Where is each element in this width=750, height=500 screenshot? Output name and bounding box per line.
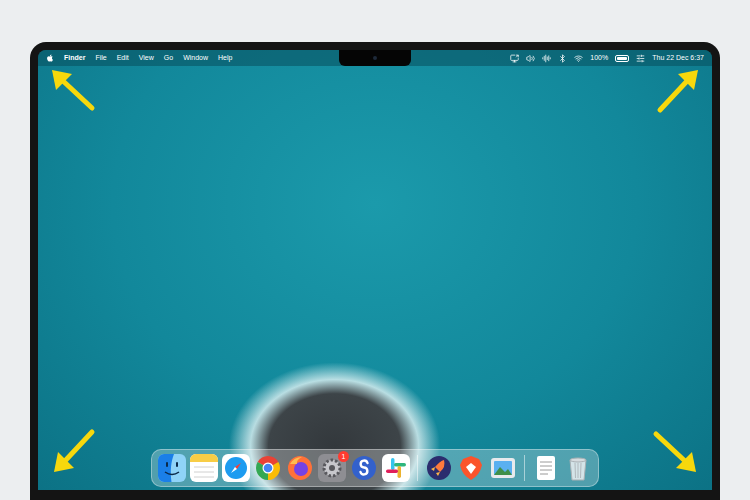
finder-icon [158, 454, 186, 482]
page: Finder File Edit View Go Window Help 100% Thu 22… [0, 0, 750, 500]
notification-badge: 1 [338, 451, 349, 462]
screen-mirroring-icon[interactable] [510, 54, 519, 63]
wifi-icon[interactable] [574, 54, 583, 63]
dock-separator [524, 455, 525, 481]
dock-item[interactable] [190, 454, 218, 482]
dock-item[interactable] [457, 454, 485, 482]
dock-item[interactable] [489, 454, 517, 482]
app-menu[interactable]: Finder [64, 54, 85, 62]
battery-icon[interactable] [615, 55, 629, 62]
dock-item[interactable] [222, 454, 250, 482]
menu-item[interactable]: Window [183, 54, 208, 62]
brave-icon [457, 454, 485, 482]
notes-icon [190, 454, 218, 482]
menu-item[interactable]: View [139, 54, 154, 62]
dock-item[interactable] [382, 454, 410, 482]
apple-icon[interactable] [46, 54, 54, 62]
menu-item[interactable]: Edit [117, 54, 129, 62]
dock-item[interactable] [254, 454, 282, 482]
wallpaper: Finder File Edit View Go Window Help 100% Thu 22… [38, 50, 712, 490]
firefox-icon [286, 454, 314, 482]
battery-reading: 100% [590, 54, 608, 62]
audio-icon[interactable] [542, 54, 551, 63]
desktop: 1 [38, 66, 712, 490]
arrow-icon [652, 428, 700, 476]
menu-item[interactable]: File [95, 54, 106, 62]
volume-icon[interactable] [526, 54, 535, 63]
trash-icon [564, 454, 592, 482]
dock-item[interactable] [350, 454, 378, 482]
slack-icon [382, 454, 410, 482]
camera [373, 56, 377, 60]
dock-item[interactable] [425, 454, 453, 482]
preview-icon [489, 454, 517, 482]
dock: 1 [151, 449, 599, 487]
rocket-icon [425, 454, 453, 482]
arrow-icon [50, 428, 98, 476]
notch [339, 50, 411, 66]
menu-item[interactable]: Go [164, 54, 173, 62]
bluetooth-icon[interactable] [558, 54, 567, 63]
menu-item[interactable]: Help [218, 54, 232, 62]
laptop: Finder File Edit View Go Window Help 100% Thu 22… [30, 42, 720, 500]
dock-item[interactable] [564, 454, 592, 482]
document-icon [532, 454, 560, 482]
clock[interactable]: Thu 22 Dec 6:37 [652, 54, 704, 62]
dock-item[interactable] [158, 454, 186, 482]
dock-item[interactable]: 1 [318, 454, 346, 482]
dock-item[interactable] [286, 454, 314, 482]
arrow-icon [48, 66, 96, 114]
control-center-icon[interactable] [636, 54, 645, 63]
dock-separator [417, 455, 418, 481]
dock-item[interactable] [532, 454, 560, 482]
chrome-icon [254, 454, 282, 482]
arrow-icon [654, 66, 702, 114]
simplenote-icon [350, 454, 378, 482]
battery-fill [617, 57, 627, 60]
safari-icon [222, 454, 250, 482]
